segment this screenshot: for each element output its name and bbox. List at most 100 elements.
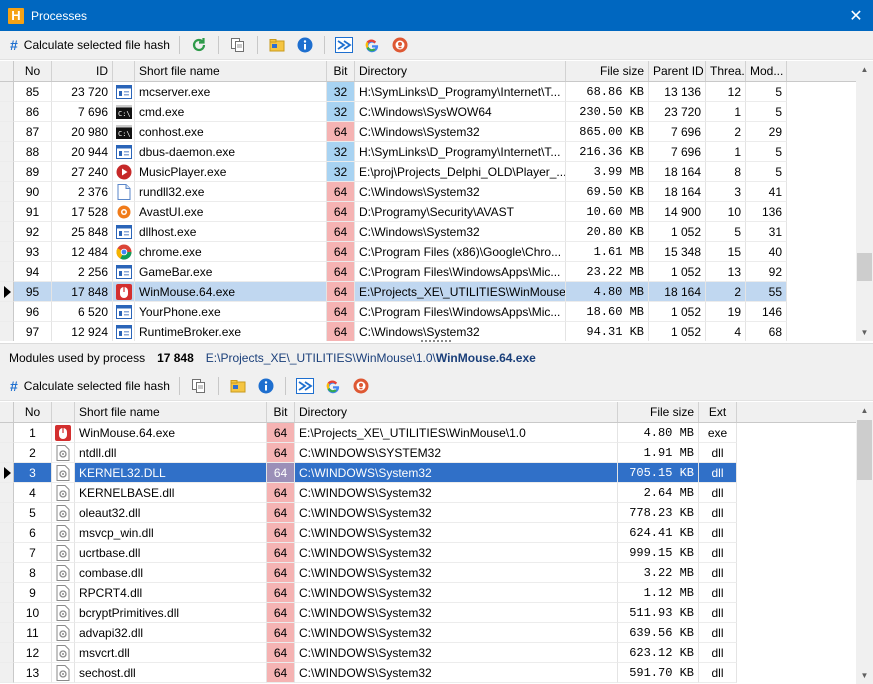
header-bit[interactable]: Bit	[267, 402, 295, 422]
module-row[interactable]: 1 WinMouse.64.exe 64 E:\Projects_XE\_UTILIT…	[0, 423, 856, 443]
module-row[interactable]: 9 RPCRT4.dll 64 C:\WINDOWS\System32 1.12 MB d…	[0, 583, 856, 603]
process-row[interactable]: 94 2 256 GameBar.exe 64 C:\Program Files\Win…	[0, 262, 856, 282]
scroll-thumb[interactable]	[857, 420, 872, 480]
cell-parent-id: 13 136	[649, 82, 706, 102]
process-row[interactable]: 96 6 520 YourPhone.exe 64 C:\Program Files\W…	[0, 302, 856, 322]
module-row[interactable]: 11 advapi32.dll 64 C:\WINDOWS\System32 639.5…	[0, 623, 856, 643]
module-table[interactable]: No Short file name Bit Directory File si…	[0, 402, 873, 684]
document-icon	[116, 183, 132, 200]
header-file-size[interactable]: File size	[618, 402, 699, 422]
process-row[interactable]: 85 23 720 mcserver.exe 32 H:\SymLinks\D_Prog…	[0, 82, 856, 102]
module-copy-button[interactable]	[187, 374, 211, 398]
module-vertical-scrollbar[interactable]: ▲ ▼	[856, 402, 873, 684]
row-indicator	[0, 142, 14, 162]
cell-threads: 12	[706, 82, 746, 102]
cell-icon	[52, 503, 75, 523]
cell-bit: 64	[327, 322, 355, 341]
module-row[interactable]: 10 bcryptPrimitives.dll 64 C:\WINDOWS\Syste…	[0, 603, 856, 623]
cell-id: 17 528	[52, 202, 113, 222]
svg-text:C:\: C:\	[118, 130, 131, 138]
refresh-button[interactable]	[187, 33, 211, 57]
header-modules[interactable]: Mod...	[746, 61, 787, 81]
scroll-thumb[interactable]	[857, 253, 872, 281]
duckduckgo-button[interactable]	[388, 33, 412, 57]
module-google-search-button[interactable]	[321, 374, 345, 398]
module-open-folder-button[interactable]	[226, 374, 250, 398]
module-row[interactable]: 8 combase.dll 64 C:\WINDOWS\System32 3.22 MB…	[0, 563, 856, 583]
cell-ext: dll	[699, 623, 737, 643]
header-no[interactable]: No	[14, 402, 52, 422]
open-folder-button[interactable]	[265, 33, 289, 57]
module-row[interactable]: 4 KERNELBASE.dll 64 C:\WINDOWS\System32 2.64…	[0, 483, 856, 503]
cell-modules: 5	[746, 82, 787, 102]
process-row[interactable]: 91 17 528 AvastUI.exe 64 D:\Programy\Securit…	[0, 202, 856, 222]
cell-threads: 15	[706, 242, 746, 262]
header-threads[interactable]: Threa...	[706, 61, 746, 81]
google-search-button[interactable]	[360, 33, 384, 57]
cell-short-file-name: bcryptPrimitives.dll	[75, 603, 267, 623]
scroll-down-arrow[interactable]: ▼	[856, 667, 873, 684]
info-icon	[297, 37, 313, 53]
process-table[interactable]: No ID Short file name Bit Directory File…	[0, 61, 873, 341]
cell-directory: C:\Windows\System32	[355, 222, 566, 242]
cell-bit: 64	[327, 202, 355, 222]
scroll-up-arrow[interactable]: ▲	[856, 61, 873, 78]
cell-short-file-name: mcserver.exe	[135, 82, 327, 102]
process-row[interactable]: 87 20 980 C:\ conhost.exe 64 C:\Windows\Syste…	[0, 122, 856, 142]
header-ext[interactable]: Ext	[699, 402, 737, 422]
module-row[interactable]: 3 KERNEL32.DLL 64 C:\WINDOWS\System32 705.15…	[0, 463, 856, 483]
process-vertical-scrollbar[interactable]: ▲ ▼	[856, 61, 873, 341]
module-row[interactable]: 5 oleaut32.dll 64 C:\WINDOWS\System32 778.23…	[0, 503, 856, 523]
row-indicator	[0, 423, 14, 443]
header-parent-id[interactable]: Parent ID	[649, 61, 706, 81]
scroll-down-arrow[interactable]: ▼	[856, 324, 873, 341]
header-short-file-name[interactable]: Short file name	[75, 402, 267, 422]
module-row[interactable]: 12 msvcrt.dll 64 C:\WINDOWS\System32 623.12 …	[0, 643, 856, 663]
process-row[interactable]: 95 17 848 WinMouse.64.exe 64 E:\Projects_XE\…	[0, 282, 856, 302]
cell-bit: 64	[267, 623, 295, 643]
process-row[interactable]: 93 12 484 chrome.exe 64 C:\Program Files (x8…	[0, 242, 856, 262]
google-icon	[326, 380, 339, 394]
module-calculate-hash-button[interactable]: # Calculate selected file hash	[6, 374, 174, 398]
cell-bit: 64	[267, 503, 295, 523]
module-row[interactable]: 7 ucrtbase.dll 64 C:\WINDOWS\System32 999.15…	[0, 543, 856, 563]
header-file-size[interactable]: File size	[566, 61, 649, 81]
copy-button[interactable]	[226, 33, 250, 57]
module-info-button[interactable]	[254, 374, 278, 398]
header-id[interactable]: ID	[52, 61, 113, 81]
cell-short-file-name: WinMouse.64.exe	[75, 423, 267, 443]
header-bit[interactable]: Bit	[327, 61, 355, 81]
cell-file-size: 18.60 MB	[566, 302, 649, 322]
module-row[interactable]: 2 ntdll.dll 64 C:\WINDOWS\SYSTEM32 1.91 MB dl…	[0, 443, 856, 463]
process-row[interactable]: 92 25 848 dllhost.exe 64 C:\Windows\System32…	[0, 222, 856, 242]
info-button[interactable]	[293, 33, 317, 57]
cell-modules: 31	[746, 222, 787, 242]
process-row[interactable]: 90 2 376 rundll32.exe 64 C:\Windows\System32…	[0, 182, 856, 202]
scroll-up-arrow[interactable]: ▲	[856, 402, 873, 419]
visual-studio-button[interactable]	[332, 33, 356, 57]
module-row[interactable]: 13 sechost.dll 64 C:\WINDOWS\System32 591.70…	[0, 663, 856, 683]
header-no[interactable]: No	[14, 61, 52, 81]
cell-icon	[52, 643, 75, 663]
module-duckduckgo-button[interactable]	[349, 374, 373, 398]
header-short-file-name[interactable]: Short file name	[135, 61, 327, 81]
process-row[interactable]: 97 12 924 RuntimeBroker.exe 64 C:\Windows\Sy…	[0, 322, 856, 341]
calculate-hash-button[interactable]: # Calculate selected file hash	[6, 33, 174, 57]
module-visual-studio-button[interactable]	[293, 374, 317, 398]
close-button[interactable]: ✕	[839, 0, 873, 31]
process-toolbar: # Calculate selected file hash	[0, 31, 873, 60]
header-directory[interactable]: Directory	[355, 61, 566, 81]
cell-file-size: 3.22 MB	[618, 563, 699, 583]
cell-bit: 64	[267, 663, 295, 683]
header-directory[interactable]: Directory	[295, 402, 618, 422]
process-row[interactable]: 86 7 696 C:\ cmd.exe 32 C:\Windows\SysWOW64 23…	[0, 102, 856, 122]
module-row[interactable]: 6 msvcp_win.dll 64 C:\WINDOWS\System32 624.4…	[0, 523, 856, 543]
cell-directory: C:\WINDOWS\System32	[295, 523, 618, 543]
refresh-icon	[192, 38, 205, 52]
cell-threads: 4	[706, 322, 746, 341]
process-row[interactable]: 88 20 944 dbus-daemon.exe 32 H:\SymLinks\D_P…	[0, 142, 856, 162]
row-indicator	[0, 463, 14, 483]
toolbar-separator	[217, 36, 219, 54]
toolbar-separator	[284, 377, 286, 395]
process-row[interactable]: 89 27 240 MusicPlayer.exe 32 E:\proj\Project…	[0, 162, 856, 182]
